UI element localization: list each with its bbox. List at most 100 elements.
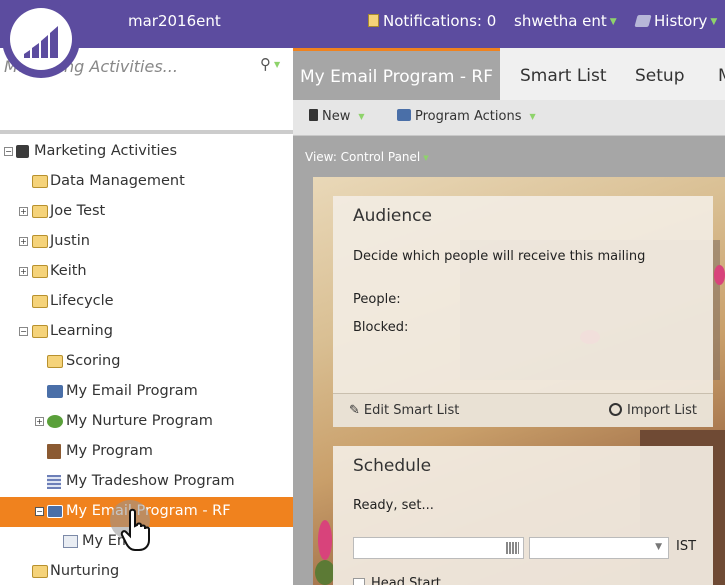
tree-item-label: Learning bbox=[50, 323, 113, 339]
tree-item-my-tradeshow-program[interactable]: My Tradeshow Program bbox=[0, 467, 293, 497]
tree-item-joe-test[interactable]: + Joe Test bbox=[0, 197, 293, 227]
expand-icon[interactable]: + bbox=[19, 237, 28, 246]
top-bar: mar2016ent Notifications: 0 shwetha ent ▼… bbox=[0, 0, 725, 48]
tab-smart-list[interactable]: Smart List bbox=[520, 48, 607, 100]
folder-icon bbox=[32, 325, 48, 338]
subscription-name: mar2016ent bbox=[128, 12, 221, 30]
toolbar: New ▼ Program Actions ▼ bbox=[293, 100, 725, 136]
head-start-checkbox[interactable] bbox=[353, 578, 365, 585]
folder-icon bbox=[32, 205, 48, 218]
notifications-label: Notifications: 0 bbox=[383, 12, 497, 30]
tab-more[interactable]: M bbox=[718, 48, 725, 100]
head-start-label: Head Start bbox=[371, 576, 441, 585]
timezone-label: IST bbox=[676, 539, 697, 554]
marketo-logo[interactable] bbox=[2, 0, 80, 78]
tree-item-label: Justin bbox=[50, 233, 90, 249]
view-label: View: Control Panel bbox=[305, 150, 421, 164]
audience-footer: ✎ Edit Smart List Import List bbox=[333, 393, 713, 427]
calendar-icon bbox=[47, 475, 61, 489]
chevron-down-icon: ▼ bbox=[609, 16, 617, 27]
time-select[interactable]: ▼ bbox=[529, 537, 669, 559]
chevron-down-icon: ▼ bbox=[358, 112, 365, 121]
tree-item-label: Joe Test bbox=[50, 203, 106, 219]
tree-item-data-management[interactable]: Data Management bbox=[0, 167, 293, 197]
flower-decoration bbox=[318, 520, 332, 560]
chevron-down-icon: ▼ bbox=[710, 16, 718, 27]
tab-bar: My Email Program - RF Smart List Setup M bbox=[293, 48, 725, 100]
email-icon bbox=[63, 535, 78, 548]
email-program-icon bbox=[47, 505, 63, 518]
tree-item-label: Scoring bbox=[66, 353, 121, 369]
people-label: People: bbox=[353, 292, 401, 307]
history-menu[interactable]: History ▼ bbox=[634, 12, 718, 30]
flower-decoration bbox=[714, 265, 725, 285]
view-selector[interactable]: View: Control Panel ▼ bbox=[305, 150, 429, 164]
import-icon bbox=[609, 403, 622, 416]
schedule-status: Ready, set... bbox=[353, 498, 434, 513]
program-actions-button[interactable]: Program Actions ▼ bbox=[397, 109, 536, 124]
audience-card: Audience Decide which people will receiv… bbox=[333, 196, 713, 427]
nurture-program-icon bbox=[47, 415, 63, 428]
tab-my-email-program-rf[interactable]: My Email Program - RF bbox=[293, 48, 500, 100]
tree-item-nurturing[interactable]: Nurturing bbox=[0, 557, 293, 585]
new-button[interactable]: New ▼ bbox=[309, 109, 365, 124]
tree-item-my-email-program[interactable]: My Email Program bbox=[0, 377, 293, 407]
tab-setup[interactable]: Setup bbox=[635, 48, 684, 100]
schedule-card: Schedule Ready, set... ▼ IST Head Start bbox=[333, 446, 713, 585]
user-name: shwetha ent bbox=[514, 12, 607, 30]
program-icon bbox=[47, 444, 61, 459]
user-menu[interactable]: shwetha ent ▼ bbox=[514, 12, 617, 30]
date-input[interactable] bbox=[353, 537, 524, 559]
folder-icon bbox=[32, 175, 48, 188]
schedule-title: Schedule bbox=[353, 456, 432, 476]
expand-icon[interactable]: + bbox=[35, 417, 44, 426]
folder-icon bbox=[32, 565, 48, 578]
tree-item-my-nurture-program[interactable]: + My Nurture Program bbox=[0, 407, 293, 437]
tree-item-label: Nurturing bbox=[50, 563, 120, 579]
hand-cursor-icon bbox=[120, 508, 150, 551]
tree-item-keith[interactable]: + Keith bbox=[0, 257, 293, 287]
import-list-label: Import List bbox=[627, 403, 698, 418]
import-list-button[interactable]: Import List bbox=[609, 403, 697, 418]
notifications-link[interactable]: Notifications: 0 bbox=[368, 12, 496, 30]
audience-description: Decide which people will receive this ma… bbox=[353, 249, 646, 264]
notepad-icon bbox=[368, 14, 379, 27]
folder-icon bbox=[32, 295, 48, 308]
history-icon bbox=[634, 15, 652, 27]
history-label: History bbox=[654, 12, 708, 30]
calendar-icon[interactable] bbox=[506, 542, 519, 554]
new-icon bbox=[309, 109, 318, 121]
edit-smart-list-button[interactable]: ✎ Edit Smart List bbox=[349, 403, 459, 418]
book-icon bbox=[16, 145, 29, 158]
tree-item-my-program[interactable]: My Program bbox=[0, 437, 293, 467]
collapse-icon[interactable]: − bbox=[4, 147, 13, 156]
tree-item-label: Lifecycle bbox=[50, 293, 114, 309]
chevron-down-icon: ▼ bbox=[655, 542, 662, 552]
tree-item-label: Data Management bbox=[50, 173, 185, 189]
tree-item-learning[interactable]: − Learning bbox=[0, 317, 293, 347]
program-actions-icon bbox=[397, 109, 411, 121]
folder-icon bbox=[47, 355, 63, 368]
tree-item-lifecycle[interactable]: Lifecycle bbox=[0, 287, 293, 317]
tree-item-label: My Nurture Program bbox=[66, 413, 213, 429]
expand-icon[interactable]: + bbox=[19, 207, 28, 216]
program-actions-label: Program Actions bbox=[415, 109, 522, 124]
folder-icon bbox=[32, 235, 48, 248]
plant-decoration bbox=[315, 560, 335, 585]
divider bbox=[0, 130, 293, 134]
blocked-label: Blocked: bbox=[353, 320, 409, 335]
tree-item-scoring[interactable]: Scoring bbox=[0, 347, 293, 377]
email-program-icon bbox=[47, 385, 63, 398]
tree-item-justin[interactable]: + Justin bbox=[0, 227, 293, 257]
tree-item-label: My Tradeshow Program bbox=[66, 473, 235, 489]
tree-item-marketing-activities[interactable]: − Marketing Activities bbox=[0, 137, 293, 167]
folder-icon bbox=[32, 265, 48, 278]
filter-icon[interactable]: ⚲ ▼ bbox=[260, 55, 280, 73]
collapse-icon[interactable]: − bbox=[35, 507, 44, 516]
audience-title: Audience bbox=[353, 206, 432, 226]
expand-icon[interactable]: + bbox=[19, 267, 28, 276]
chevron-down-icon: ▼ bbox=[529, 112, 536, 121]
pencil-icon: ✎ bbox=[349, 403, 360, 418]
chevron-down-icon: ▼ bbox=[423, 153, 429, 162]
collapse-icon[interactable]: − bbox=[19, 327, 28, 336]
